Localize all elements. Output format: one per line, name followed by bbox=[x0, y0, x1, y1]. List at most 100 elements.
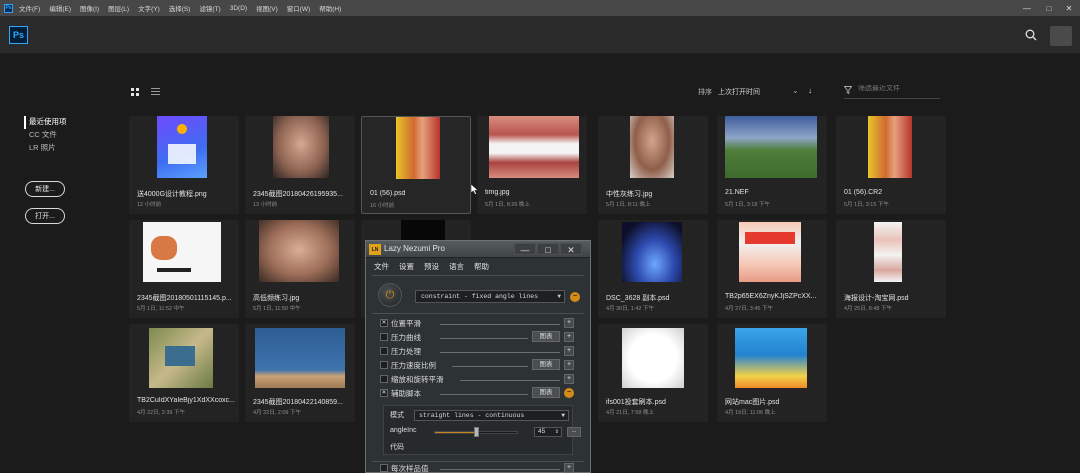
power-icon[interactable]: ⏻ bbox=[378, 283, 402, 307]
expand-button[interactable]: + bbox=[564, 360, 574, 370]
maximize-button[interactable]: □ bbox=[1038, 0, 1060, 16]
file-card[interactable]: 中性灰练习.jpg 5月 1日, 8:11 晚上 bbox=[598, 116, 708, 214]
option-label: 位置平滑 bbox=[391, 319, 421, 328]
file-card[interactable]: ifs001投套刷本.psd 4月 21日, 7:58 晚上 bbox=[598, 324, 708, 422]
checkbox[interactable] bbox=[380, 333, 388, 341]
chart-button[interactable]: 图表 bbox=[532, 359, 560, 370]
file-date: 5月 1日, 8:11 晚上 bbox=[606, 202, 651, 208]
file-card[interactable]: DSC_3628 副本.psd 4月 30日, 1:42 下午 bbox=[598, 220, 708, 318]
chart-button[interactable]: 图表 bbox=[532, 331, 560, 342]
file-card[interactable]: 2345截图20180426195935... 13 小时前 bbox=[245, 116, 355, 214]
angle-input[interactable]: 45 ⇕ bbox=[534, 427, 562, 437]
code-label: 代码 bbox=[390, 444, 404, 451]
nav-lr-photos[interactable]: LR 照片 bbox=[24, 142, 67, 155]
option-label: 压力曲线 bbox=[391, 333, 421, 342]
file-card[interactable]: 2345截图20180501115145.p... 5月 1日, 11:52 中… bbox=[129, 220, 239, 318]
panel-menu-presets[interactable]: 预设 bbox=[424, 261, 439, 272]
panel-menu-file[interactable]: 文件 bbox=[374, 261, 389, 272]
file-name: 高低频练习.jpg bbox=[253, 295, 300, 302]
nav-cc-files[interactable]: CC 文件 bbox=[24, 129, 67, 142]
menu-view[interactable]: 视图(V) bbox=[256, 3, 278, 13]
mouse-cursor-icon bbox=[470, 183, 479, 197]
menu-3d[interactable]: 3D(D) bbox=[230, 5, 247, 12]
file-card[interactable]: TB2p65EX6ZnyKJjSZPcXX... 4月 27日, 3:45 下午 bbox=[717, 220, 827, 318]
left-nav: 最近使用项 CC 文件 LR 照片 bbox=[24, 116, 67, 155]
file-card[interactable]: 海报设计-淘宝网.psd 4月 25日, 8:48 下午 bbox=[836, 220, 946, 318]
sort-select[interactable]: 上次打开时间 bbox=[718, 87, 760, 97]
script-mode-select[interactable]: straight lines - continuous ▼ bbox=[414, 410, 569, 421]
collapse-icon[interactable]: − bbox=[564, 388, 574, 398]
sort-direction-icon[interactable]: ↓ bbox=[808, 86, 812, 95]
panel-menubar: 文件 设置 预设 语言 帮助 bbox=[366, 259, 590, 273]
file-card[interactable]: TB2CuIdXYaIeBjy1XdXXcoxc... 4月 22日, 2:39… bbox=[129, 324, 239, 422]
expand-button[interactable]: + bbox=[564, 332, 574, 342]
script-mode-label: 模式 bbox=[390, 412, 404, 419]
file-date: 4月 19日, 11:06 晚上 bbox=[725, 410, 776, 416]
file-thumbnail bbox=[622, 222, 682, 282]
file-card[interactable]: 21.NEF 5月 1日, 3:18 下午 bbox=[717, 116, 827, 214]
file-card[interactable]: 01 (56).CR2 5月 1日, 3:15 下午 bbox=[836, 116, 946, 214]
panel-minimize-button[interactable]: — bbox=[514, 243, 536, 255]
panel-maximize-button[interactable]: □ bbox=[537, 243, 559, 255]
more-button[interactable]: ... bbox=[567, 427, 581, 437]
checkbox[interactable] bbox=[380, 464, 388, 472]
expand-button[interactable]: + bbox=[564, 318, 574, 328]
checkbox[interactable]: ✕ bbox=[380, 389, 388, 397]
filter-input[interactable] bbox=[858, 85, 938, 92]
option-zoom-rotate-smoothing: 缩放和旋转平滑 + bbox=[380, 374, 580, 386]
mode-select[interactable]: constraint - fixed angle lines ▼ bbox=[415, 290, 565, 303]
panel-titlebar[interactable]: LN Lazy Nezumi Pro — □ ✕ bbox=[366, 241, 590, 258]
panel-close-button[interactable]: ✕ bbox=[560, 243, 582, 255]
ln-logo: LN bbox=[369, 244, 381, 255]
file-card[interactable]: 2345截图20180422140859... 4月 22日, 2:09 下午 bbox=[245, 324, 355, 422]
collapse-icon[interactable]: − bbox=[570, 292, 580, 302]
menu-type[interactable]: 文字(Y) bbox=[138, 3, 160, 13]
new-button[interactable]: 新建... bbox=[25, 181, 65, 197]
menu-filter[interactable]: 滤镜(T) bbox=[199, 3, 220, 13]
expand-button[interactable]: + bbox=[564, 346, 574, 356]
menu-help[interactable]: 帮助(H) bbox=[319, 3, 341, 13]
file-card[interactable]: 高低频练习.jpg 5月 1日, 11:50 中午 bbox=[245, 220, 355, 318]
divider bbox=[372, 461, 584, 462]
menu-window[interactable]: 窗口(W) bbox=[287, 3, 310, 13]
file-card[interactable]: timg.jpg 5月 1日, 8:26 晚上 bbox=[477, 116, 587, 214]
lazy-nezumi-panel: LN Lazy Nezumi Pro — □ ✕ 文件 设置 预设 语言 帮助 … bbox=[365, 240, 591, 473]
menu-layer[interactable]: 图层(L) bbox=[108, 3, 129, 13]
checkbox[interactable] bbox=[380, 375, 388, 383]
expand-button[interactable]: + bbox=[564, 463, 574, 473]
panel-menu-language[interactable]: 语言 bbox=[449, 261, 464, 272]
angle-slider-handle[interactable] bbox=[473, 427, 479, 437]
option-pressure-processing: 压力处理 + bbox=[380, 346, 580, 358]
minimize-button[interactable]: — bbox=[1016, 0, 1038, 16]
file-name: timg.jpg bbox=[485, 189, 510, 196]
grid-view-icon[interactable] bbox=[131, 88, 139, 96]
divider bbox=[372, 275, 584, 276]
option-label: 压力处理 bbox=[391, 347, 421, 356]
open-button[interactable]: 打开... bbox=[25, 208, 65, 224]
menu-file[interactable]: 文件(F) bbox=[19, 3, 40, 13]
nav-recent[interactable]: 最近使用项 bbox=[24, 116, 67, 129]
close-button[interactable]: ✕ bbox=[1058, 0, 1080, 16]
checkbox[interactable] bbox=[380, 361, 388, 369]
menu-select[interactable]: 选择(S) bbox=[169, 3, 191, 13]
chart-button[interactable]: 图表 bbox=[532, 387, 560, 398]
checkbox[interactable]: ✕ bbox=[380, 319, 388, 327]
menu-edit[interactable]: 编辑(E) bbox=[49, 3, 71, 13]
file-card[interactable]: 送4000G设计教程.png 12 小时前 bbox=[129, 116, 239, 214]
panel-menu-settings[interactable]: 设置 bbox=[399, 261, 414, 272]
menu-image[interactable]: 图像(I) bbox=[80, 3, 99, 13]
file-thumbnail bbox=[874, 222, 902, 282]
file-date: 4月 30日, 1:42 下午 bbox=[606, 306, 654, 312]
expand-button[interactable]: + bbox=[564, 374, 574, 384]
divider bbox=[440, 352, 560, 353]
ps-logo: Ps bbox=[9, 26, 28, 44]
search-icon[interactable] bbox=[1024, 28, 1038, 42]
file-card[interactable]: 01 (56).psd 16 小时前 bbox=[361, 116, 471, 214]
file-card[interactable]: 网站mac图片.psd 4月 19日, 11:06 晚上 bbox=[717, 324, 827, 422]
chevron-down-icon[interactable]: ⌄ bbox=[792, 86, 799, 95]
file-name: 送4000G设计教程.png bbox=[137, 191, 207, 198]
list-view-icon[interactable] bbox=[151, 88, 160, 96]
panel-menu-help[interactable]: 帮助 bbox=[474, 261, 489, 272]
checkbox[interactable] bbox=[380, 347, 388, 355]
avatar[interactable] bbox=[1050, 26, 1072, 46]
